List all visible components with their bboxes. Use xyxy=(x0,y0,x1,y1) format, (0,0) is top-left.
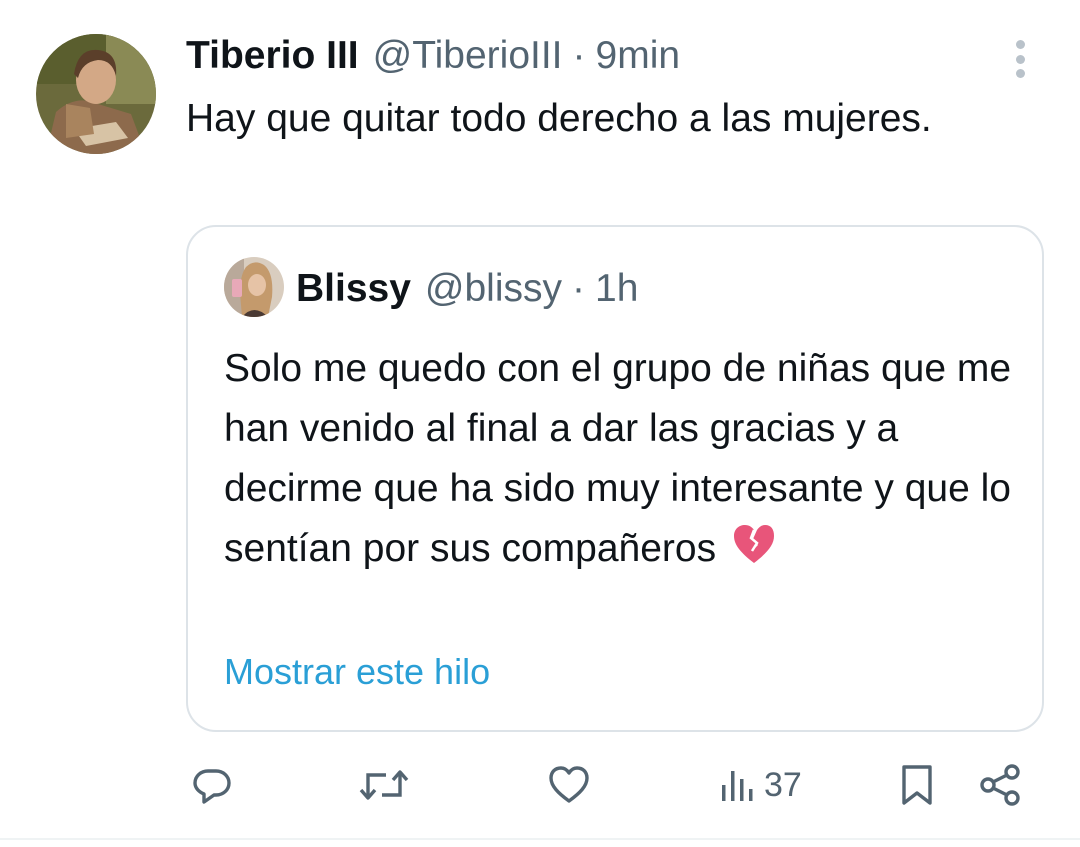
action-bar: 37 xyxy=(0,755,1080,815)
quoted-author-avatar xyxy=(224,257,284,317)
quoted-separator-dot: · xyxy=(572,267,586,310)
quoted-text: Solo me quedo con el grupo de niñas que … xyxy=(224,347,1012,570)
quoted-author-name: Blissy xyxy=(296,267,411,310)
views-count: 37 xyxy=(764,765,802,804)
retweet-icon[interactable] xyxy=(356,761,412,809)
share-icon[interactable] xyxy=(976,761,1024,809)
quoted-author-handle: @blissy xyxy=(424,267,563,310)
show-thread-link[interactable]: Mostrar este hilo xyxy=(224,651,490,693)
like-icon[interactable] xyxy=(546,761,592,809)
quoted-time: 1h xyxy=(595,267,639,310)
views-icon xyxy=(716,763,758,807)
author-avatar[interactable] xyxy=(36,34,156,154)
tweet-time[interactable]: 9min xyxy=(596,34,681,78)
tweet[interactable]: Tiberio III @TiberioIII · 9min Hay que q… xyxy=(0,0,1080,847)
quoted-header: Blissy @blissy · 1h xyxy=(296,263,638,315)
tweet-text: Hay que quitar todo derecho a las mujere… xyxy=(186,97,932,140)
tweet-header: Tiberio III @TiberioIII · 9min xyxy=(186,30,680,82)
bookmark-icon[interactable] xyxy=(896,761,938,809)
reply-icon[interactable] xyxy=(190,761,234,809)
separator-dot: · xyxy=(572,34,586,77)
quoted-text-block: Solo me quedo con el grupo de niñas que … xyxy=(224,339,1024,585)
author-name[interactable]: Tiberio III xyxy=(186,34,359,78)
quoted-tweet[interactable]: Blissy @blissy · 1h Solo me quedo con el… xyxy=(186,225,1044,732)
more-icon[interactable] xyxy=(1004,38,1036,80)
author-handle[interactable]: @TiberioIII xyxy=(373,34,563,78)
divider xyxy=(0,838,1080,840)
broken-heart-icon xyxy=(731,521,777,585)
views-button[interactable]: 37 xyxy=(716,761,802,809)
